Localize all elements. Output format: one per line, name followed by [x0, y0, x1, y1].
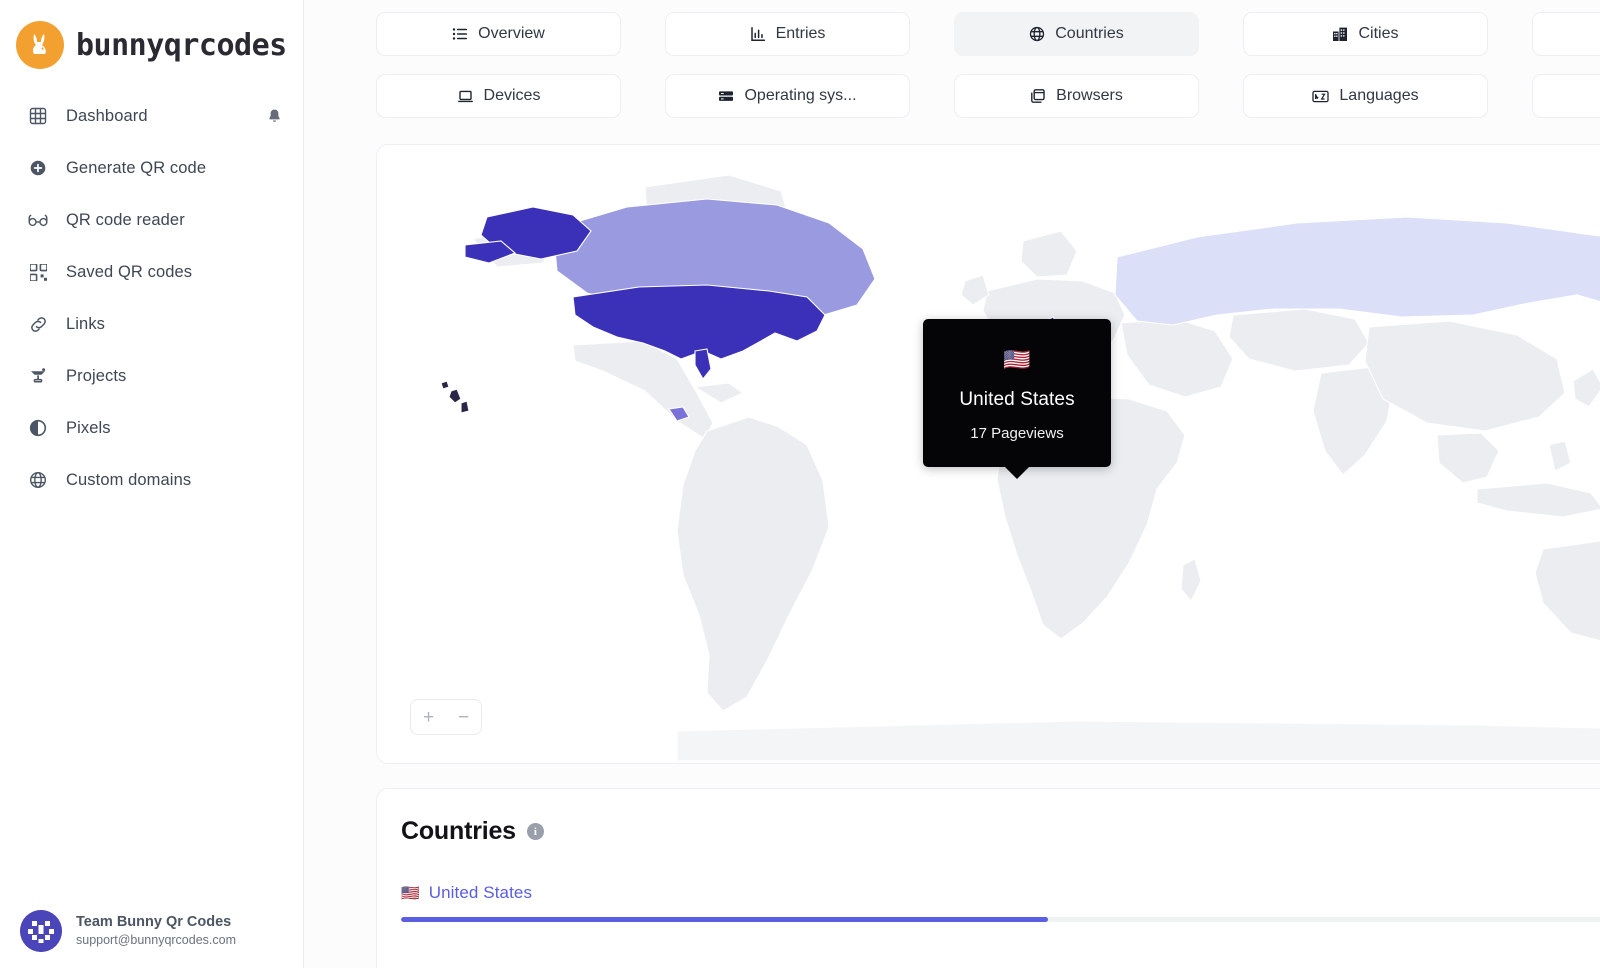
link-icon — [28, 314, 48, 334]
laptop-icon — [457, 88, 474, 105]
sidebar-item-projects[interactable]: Projects — [0, 350, 303, 402]
world-map-card: 🇺🇸 United States 17 Pageviews + − — [376, 144, 1600, 764]
user-name: Team Bunny Qr Codes — [76, 913, 232, 930]
globe-icon — [1029, 26, 1045, 42]
user-email: support@bunnyqrcodes.com — [76, 933, 236, 948]
zoom-out-button[interactable]: − — [458, 708, 469, 727]
tab-label: Cities — [1358, 25, 1399, 42]
sidebar-item-label: QR code reader — [66, 210, 185, 229]
page-title: Countries — [401, 817, 516, 845]
sidebar-item-custom-domains[interactable]: Custom domains — [0, 454, 303, 506]
tooltip-flag-icon: 🇺🇸 — [1003, 347, 1031, 372]
tab-referrers[interactable]: Referrers — [1532, 12, 1600, 56]
main-content: Overview Entries Countries Cities Device… — [304, 0, 1600, 968]
bunny-logo-icon — [16, 21, 64, 69]
server-icon — [718, 88, 734, 104]
globe-icon — [28, 470, 48, 490]
tab-browsers[interactable]: Browsers — [954, 74, 1199, 118]
plus-circle-icon — [28, 158, 48, 178]
tab-languages[interactable]: Languages — [1243, 74, 1488, 118]
brand[interactable]: bunnyqrcodes — [0, 0, 303, 76]
app-root: bunnyqrcodes Dashboard Generate QR code … — [0, 0, 1600, 968]
tab-utms[interactable]: UTMs — [1532, 74, 1600, 118]
world-map[interactable]: 🇺🇸 United States 17 Pageviews + − — [377, 145, 1600, 763]
tab-label: Browsers — [1056, 87, 1123, 104]
sidebar-item-label: Dashboard — [66, 106, 148, 125]
map-tooltip: 🇺🇸 United States 17 Pageviews — [923, 319, 1111, 479]
sidebar-item-dashboard[interactable]: Dashboard — [0, 90, 303, 142]
zoom-in-button[interactable]: + — [423, 708, 434, 727]
sidebar-item-saved-qr-codes[interactable]: Saved QR codes — [0, 246, 303, 298]
sidebar-item-links[interactable]: Links — [0, 298, 303, 350]
tab-cities[interactable]: Cities — [1243, 12, 1488, 56]
list-icon — [452, 26, 468, 42]
brand-name: bunnyqrcodes — [76, 27, 287, 63]
sidebar-item-label: Pixels — [66, 418, 111, 437]
user-meta: Team Bunny Qr Codes support@bunnyqrcodes… — [76, 913, 236, 949]
tab-entries[interactable]: Entries — [665, 12, 910, 56]
sidebar-item-label: Saved QR codes — [66, 262, 193, 281]
glasses-icon — [28, 210, 48, 230]
tooltip-metric: 17 Pageviews — [970, 425, 1064, 442]
buildings-icon — [1332, 26, 1348, 42]
map-zoom-controls[interactable]: + − — [410, 699, 482, 735]
sidebar-nav: Dashboard Generate QR code QR code reade… — [0, 90, 303, 506]
countries-panel: Countries i 🇺🇸 United States 44% — [376, 788, 1600, 968]
sidebar-item-label: Custom domains — [66, 470, 192, 489]
qr-code-icon — [28, 262, 48, 282]
translate-icon — [1312, 89, 1330, 104]
table-row: 🇺🇸 United States 44% 17 — [401, 882, 1600, 922]
tab-devices[interactable]: Devices — [376, 74, 621, 118]
sidebar-item-qr-code-reader[interactable]: QR code reader — [0, 194, 303, 246]
countries-header: Countries i — [401, 817, 1600, 846]
tab-operating-systems[interactable]: Operating sys... — [665, 74, 910, 118]
sidebar-item-label: Links — [66, 314, 106, 333]
tab-label: Overview — [478, 25, 545, 42]
country-progress-fill — [401, 917, 1048, 922]
country-row-top: 🇺🇸 United States 44% 17 — [401, 882, 1600, 904]
tooltip-country: United States — [959, 389, 1075, 410]
sidebar: bunnyqrcodes Dashboard Generate QR code … — [0, 0, 304, 968]
bell-icon[interactable] — [266, 108, 283, 125]
tab-countries[interactable]: Countries — [954, 12, 1199, 56]
tab-label: Entries — [775, 25, 826, 42]
country-name-link[interactable]: United States — [429, 883, 532, 903]
sidebar-item-generate-qr-code[interactable]: Generate QR code — [0, 142, 303, 194]
tab-label: Operating sys... — [744, 87, 857, 104]
bar-chart-icon — [750, 26, 766, 42]
identicon-avatar — [20, 910, 62, 952]
analytics-tabs: Overview Entries Countries Cities Device… — [304, 0, 1600, 136]
sidebar-item-label: Projects — [66, 366, 127, 385]
sitemap-icon — [28, 366, 48, 386]
browser-window-icon — [1030, 88, 1046, 104]
tooltip-arrow — [1004, 466, 1030, 479]
country-progress-track — [401, 917, 1600, 922]
sidebar-item-label: Generate QR code — [66, 158, 207, 177]
info-icon[interactable]: i — [526, 823, 544, 840]
sidebar-item-pixels[interactable]: Pixels — [0, 402, 303, 454]
tab-label: Languages — [1339, 87, 1419, 104]
tab-label: Devices — [483, 87, 541, 104]
grid-icon — [28, 106, 48, 126]
country-flag-icon: 🇺🇸 — [401, 884, 420, 902]
tab-label: Countries — [1055, 25, 1124, 42]
user-account[interactable]: Team Bunny Qr Codes support@bunnyqrcodes… — [0, 910, 304, 952]
contrast-circle-icon — [28, 418, 48, 438]
tab-overview[interactable]: Overview — [376, 12, 621, 56]
